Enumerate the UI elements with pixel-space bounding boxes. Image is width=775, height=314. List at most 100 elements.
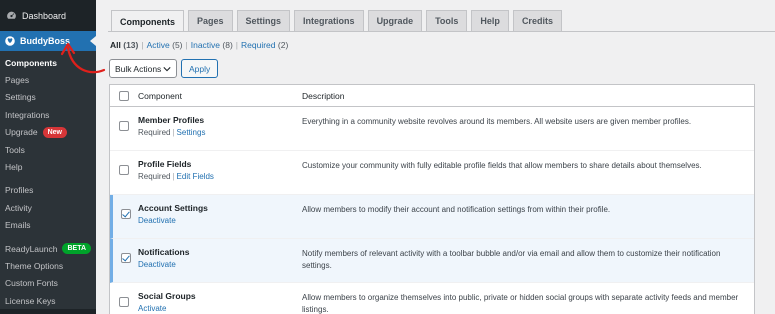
select-all-checkbox[interactable]: [119, 90, 129, 101]
component-cell: Profile Fields Required | Edit Fields: [138, 151, 302, 194]
row-checkbox[interactable]: [119, 297, 129, 307]
activate-link[interactable]: Activate: [138, 304, 166, 313]
edit-fields-link[interactable]: Edit Fields: [177, 172, 214, 181]
row-checkbox-cell: [110, 283, 138, 314]
component-description: Notify members of relevant activity with…: [302, 249, 721, 270]
tab-upgrade[interactable]: Upgrade: [367, 10, 423, 31]
filter-required-label: Required: [241, 40, 276, 50]
sidebar-item-integrations[interactable]: Integrations: [0, 106, 96, 123]
filter-required[interactable]: Required (2): [241, 40, 288, 50]
filter-active-label: Active: [146, 40, 170, 50]
sidebar-submenu: Components Pages Settings Integrations U…: [0, 51, 96, 310]
component-name: Account Settings: [138, 203, 208, 213]
component-name: Member Profiles: [138, 115, 205, 125]
select-all-cell: [110, 90, 138, 101]
sidebar-item-label: Settings: [5, 92, 36, 103]
table-row: Notifications Deactivate Notify members …: [110, 239, 754, 283]
new-badge: New: [42, 126, 68, 138]
sidebar-item-license-keys[interactable]: License Keys: [0, 292, 96, 309]
filter-inactive[interactable]: Inactive (8): [191, 40, 233, 50]
row-checkbox[interactable]: [120, 209, 131, 219]
sidebar-item-tools[interactable]: Tools: [0, 141, 96, 158]
component-name: Profile Fields: [138, 159, 192, 169]
tab-credits[interactable]: Credits: [512, 10, 562, 31]
component-cell: Account Settings Deactivate: [138, 195, 302, 238]
component-cell: Social Groups Activate: [138, 283, 302, 314]
component-cell: Member Profiles Required | Settings: [138, 107, 302, 150]
status-filters: All (13) | Active (5) | Inactive (8) | Require…: [110, 40, 288, 50]
sidebar-item-label: Custom Fonts: [5, 278, 58, 289]
filter-all-count: (13): [123, 40, 139, 50]
filter-separator: |: [185, 40, 188, 50]
table-row: Social Groups Activate Allow members to …: [110, 283, 754, 314]
required-label: Required: [138, 172, 171, 181]
row-checkbox-cell: [113, 195, 138, 238]
sidebar-item-label: Emails: [5, 220, 31, 231]
sidebar-item-label: Integrations: [5, 109, 50, 120]
buddyboss-icon: [5, 36, 15, 46]
filter-active[interactable]: Active (5): [147, 40, 183, 50]
sidebar-dashboard-label: Dashboard: [22, 10, 67, 21]
table-row: Account Settings Deactivate Allow member…: [110, 195, 754, 239]
deactivate-link[interactable]: Deactivate: [138, 216, 176, 225]
sidebar-item-emails[interactable]: Emails: [0, 217, 96, 234]
sidebar-item-settings[interactable]: Settings: [0, 89, 96, 106]
sidebar-item-label: Pages: [5, 75, 30, 86]
row-checkbox[interactable]: [119, 165, 129, 175]
component-actions: Required | Settings: [138, 128, 302, 137]
sidebar-item-upgrade[interactable]: Upgrade New: [0, 124, 96, 141]
tab-integrations[interactable]: Integrations: [294, 10, 364, 31]
column-component: Component: [138, 90, 182, 101]
sidebar-item-label: License Keys: [5, 295, 56, 306]
component-description: Customize your community with fully edit…: [302, 161, 702, 170]
table-row: Member Profiles Required | Settings Everyt…: [110, 107, 754, 151]
row-checkbox-cell: [110, 107, 138, 150]
tab-tools[interactable]: Tools: [426, 10, 468, 31]
component-description: Everything in a community website revolv…: [302, 117, 692, 126]
sidebar-item-label: ReadyLaunch: [5, 243, 58, 254]
main-content: Components Pages Settings Integrations U…: [96, 0, 775, 314]
filter-all[interactable]: All (13): [110, 40, 138, 50]
apply-button[interactable]: Apply: [181, 59, 219, 78]
component-actions: Required | Edit Fields: [138, 172, 302, 181]
filter-active-count: (5): [172, 40, 183, 50]
deactivate-link[interactable]: Deactivate: [138, 260, 176, 269]
bulk-actions-select[interactable]: Bulk Actions: [109, 59, 177, 78]
sidebar-item-theme-options[interactable]: Theme Options: [0, 257, 96, 274]
sidebar-item-label: Activity: [5, 202, 32, 213]
tab-pages[interactable]: Pages: [188, 10, 233, 31]
sidebar-item-readylaunch[interactable]: ReadyLaunch BETA: [0, 240, 96, 257]
dashboard-icon: [7, 11, 16, 19]
table-row: Profile Fields Required | Edit Fields Cust…: [110, 151, 754, 195]
sidebar-item-activity[interactable]: Activity: [0, 199, 96, 216]
sidebar-item-dashboard[interactable]: Dashboard: [0, 0, 96, 31]
settings-link[interactable]: Settings: [177, 128, 206, 137]
component-name: Notifications: [138, 247, 190, 257]
sidebar-item-custom-fonts[interactable]: Custom Fonts: [0, 275, 96, 292]
tab-help[interactable]: Help: [471, 10, 509, 31]
action-separator: |: [172, 128, 175, 137]
tab-settings[interactable]: Settings: [236, 10, 291, 31]
sidebar-item-help[interactable]: Help: [0, 158, 96, 175]
tab-components[interactable]: Components: [111, 10, 184, 32]
row-checkbox[interactable]: [120, 253, 131, 263]
component-cell: Notifications Deactivate: [138, 239, 302, 282]
component-actions: Deactivate: [138, 260, 302, 269]
sidebar-item-profiles[interactable]: Profiles: [0, 182, 96, 199]
filter-inactive-count: (8): [222, 40, 233, 50]
table-header: Component Description: [110, 85, 754, 107]
sidebar-item-label: Tools: [5, 144, 25, 155]
tab-divider: [108, 31, 775, 32]
filter-required-count: (2): [277, 40, 289, 50]
component-actions: Deactivate: [138, 216, 302, 225]
row-checkbox-cell: [113, 239, 138, 282]
chevron-down-icon: [163, 67, 171, 72]
row-checkbox[interactable]: [119, 121, 129, 131]
sidebar-item-label: Upgrade: [5, 127, 38, 138]
required-label: Required: [138, 128, 171, 137]
component-description: Allow members to modify their account an…: [302, 205, 611, 214]
sidebar-item-label: Components: [5, 57, 57, 68]
component-actions: Activate: [138, 304, 302, 313]
filter-separator: |: [141, 40, 144, 50]
sidebar-item-label: Theme Options: [5, 260, 64, 271]
